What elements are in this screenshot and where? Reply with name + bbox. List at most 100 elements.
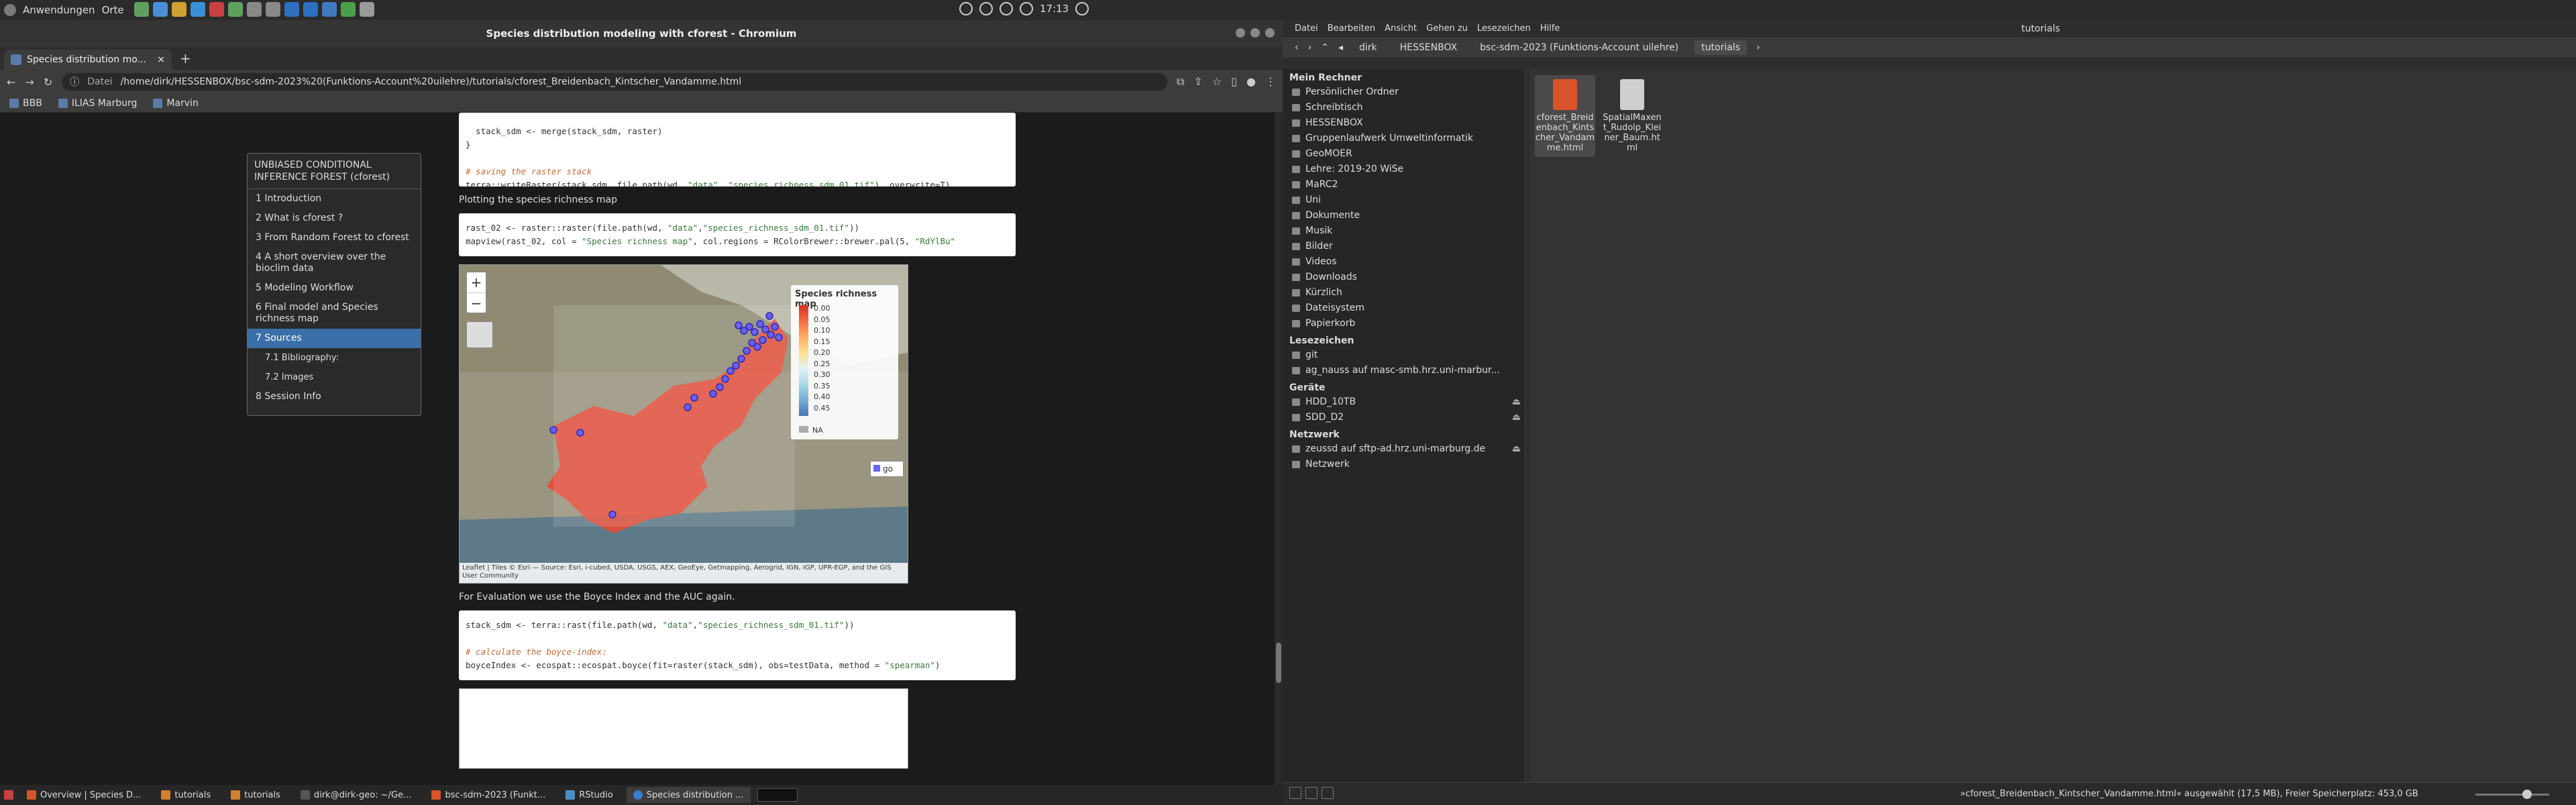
menu-gehen-zu[interactable]: Gehen zu — [1426, 20, 1468, 38]
task-item[interactable]: dirk@dirk-geo: ~/Ge... — [294, 787, 419, 803]
translate-icon[interactable]: ⧉ — [1177, 75, 1184, 89]
sidebar-item[interactable]: Kürzlich — [1283, 285, 1525, 301]
hide-sidebar-icon[interactable] — [1322, 787, 1334, 799]
quicklaunch-app-icon[interactable] — [228, 2, 243, 17]
sidebar-item[interactable]: HDD_10TB ⏏ — [1283, 394, 1525, 410]
sidepanel-icon[interactable]: ▯ — [1231, 75, 1237, 89]
breadcrumb-tutorials[interactable]: tutorials — [1695, 40, 1747, 55]
sidebar-item[interactable]: Schreibtisch — [1283, 100, 1525, 115]
workspace-switcher[interactable] — [757, 788, 798, 802]
task-item[interactable]: tutorials — [224, 787, 287, 803]
sidebar-item[interactable]: Lehre: 2019-20 WiSe — [1283, 162, 1525, 177]
volume-icon[interactable] — [1000, 2, 1013, 15]
toc-item[interactable]: 3 From Random Forest to cforest — [248, 228, 421, 248]
breadcrumb-dirk[interactable]: dirk — [1352, 40, 1384, 55]
task-item[interactable]: Overview | Species D... — [20, 787, 148, 803]
task-item[interactable]: tutorials — [154, 787, 217, 803]
zoom-slider[interactable] — [2475, 790, 2549, 799]
back-icon[interactable]: ← — [7, 76, 15, 89]
site-info-icon[interactable]: ⓘ — [70, 75, 79, 89]
new-tab-icon[interactable]: + — [180, 50, 191, 66]
places-menu-label[interactable]: Orte — [102, 4, 124, 16]
sidebar-item[interactable]: Dokumente — [1283, 208, 1525, 223]
go-layer-toggle[interactable]: go — [870, 461, 904, 477]
back-icon[interactable]: ‹ — [1295, 42, 1299, 53]
sidebar-item[interactable]: MaRC2 — [1283, 177, 1525, 193]
quicklaunch-app-icon[interactable] — [341, 2, 356, 17]
forward-icon[interactable]: › — [1308, 42, 1312, 53]
section-mein-rechner[interactable]: Mein Rechner — [1283, 68, 1525, 85]
task-item[interactable]: RStudio — [559, 787, 619, 803]
sidebar-item[interactable]: Persönlicher Ordner — [1283, 85, 1525, 100]
task-item[interactable]: bsc-sdm-2023 (Funkt... — [425, 787, 552, 803]
sidebar-item[interactable]: git — [1283, 347, 1525, 363]
show-desktop-icon[interactable] — [4, 790, 13, 800]
breadcrumb-hessenbox[interactable]: HESSENBOX — [1393, 40, 1464, 55]
battery-icon[interactable] — [1020, 2, 1033, 15]
sidebar-item[interactable]: ag_nauss auf masc-smb.hrz.uni-marbur... — [1283, 363, 1525, 378]
quicklaunch-app-icon[interactable] — [153, 2, 168, 17]
layers-icon[interactable] — [466, 321, 493, 348]
quicklaunch-app-icon[interactable] — [172, 2, 186, 17]
sidebar-item[interactable]: Bilder — [1283, 239, 1525, 254]
network-icon[interactable] — [959, 2, 973, 15]
share-icon[interactable]: ⇪ — [1193, 75, 1202, 89]
menu-ansicht[interactable]: Ansicht — [1385, 20, 1417, 38]
eject-icon[interactable]: ⏏ — [1512, 441, 1521, 457]
bookmark-marvin[interactable]: Marvin — [153, 98, 199, 109]
maximize-icon[interactable] — [1250, 28, 1260, 38]
apps-menu-label[interactable]: Anwendungen — [23, 4, 95, 16]
sidebar-item[interactable]: Dateisystem — [1283, 301, 1525, 316]
toggle-path-icon[interactable]: ◂ — [1338, 42, 1343, 53]
file-item[interactable]: SpatialMaxent_Rudolp_Kleiner_Baum.html — [1602, 75, 1662, 153]
menu-icon[interactable]: ⋮ — [1265, 75, 1276, 89]
page-scrollbar[interactable] — [1275, 113, 1283, 785]
toc-item[interactable]: 1 Introduction — [248, 189, 421, 209]
show-tree-icon[interactable] — [1305, 787, 1318, 799]
file-item-selected[interactable]: cforest_Breidenbach_Kintscher_Vandamme.h… — [1535, 75, 1595, 157]
sidebar-item[interactable]: Downloads — [1283, 270, 1525, 285]
map-attribution[interactable]: Leaflet | Tiles © Esri — Source: Esri, i… — [460, 563, 908, 583]
leaflet-map[interactable]: + − Species richness map 0.00 0.05 0.10 … — [459, 264, 908, 584]
quicklaunch-app-icon[interactable] — [247, 2, 262, 17]
bookmark-star-icon[interactable]: ☆ — [1212, 75, 1222, 89]
sidebar-item[interactable]: zeussd auf sftp-ad.hrz.uni-marburg.de ⏏ — [1283, 441, 1525, 457]
menu-hilfe[interactable]: Hilfe — [1540, 20, 1560, 38]
bookmark-bbb[interactable]: BBB — [9, 98, 42, 109]
toc-heading[interactable]: UNBIASED CONDITIONAL INFERENCE FOREST (c… — [248, 154, 421, 189]
sidebar-item[interactable]: Musik — [1283, 223, 1525, 239]
scrollbar-thumb[interactable] — [1276, 643, 1281, 683]
power-icon[interactable] — [1075, 2, 1089, 15]
quicklaunch-app-icon[interactable] — [209, 2, 224, 17]
sidebar-item[interactable]: SDD_D2 ⏏ — [1283, 410, 1525, 425]
quicklaunch-app-icon[interactable] — [322, 2, 337, 17]
bookmark-ilias[interactable]: ILIAS Marburg — [58, 98, 137, 109]
toc-item[interactable]: 5 Modeling Workflow — [248, 278, 421, 298]
show-places-icon[interactable] — [1289, 787, 1301, 799]
toc-item-active[interactable]: 7 Sources — [248, 329, 421, 348]
bluetooth-icon[interactable] — [979, 2, 993, 15]
zoom-slider-handle[interactable] — [2522, 790, 2532, 799]
quicklaunch-app-icon[interactable] — [191, 2, 205, 17]
sidebar-item[interactable]: Gruppenlaufwerk Umweltinformatik — [1283, 131, 1525, 146]
quicklaunch-app-icon[interactable] — [284, 2, 299, 17]
menu-lesezeichen[interactable]: Lesezeichen — [1477, 20, 1531, 38]
sidebar-item[interactable]: Videos — [1283, 254, 1525, 270]
zoom-in-button[interactable]: + — [467, 272, 486, 292]
toc-item[interactable]: 2 What is cforest ? — [248, 209, 421, 228]
menu-bearbeiten[interactable]: Bearbeiten — [1328, 20, 1375, 38]
profile-icon[interactable]: ● — [1246, 75, 1256, 89]
toc-subitem[interactable]: 7.1 Bibliography: — [248, 348, 421, 368]
toc-subitem[interactable]: 7.2 Images — [248, 368, 421, 387]
apps-menu-icon[interactable] — [4, 4, 16, 16]
section-geraete[interactable]: Geräte — [1283, 378, 1525, 394]
quicklaunch-app-icon[interactable] — [360, 2, 374, 17]
sidebar-item[interactable]: HESSENBOX — [1283, 115, 1525, 131]
toc-item[interactable]: 6 Final model and Species richness map — [248, 298, 421, 329]
url-text[interactable]: /home/dirk/HESSENBOX/bsc-sdm-2023%20(Fun… — [121, 76, 742, 87]
up-icon[interactable]: ⌃ — [1321, 42, 1329, 53]
forward-icon[interactable]: → — [25, 76, 34, 89]
breadcrumb-bsc-sdm[interactable]: bsc-sdm-2023 (Funktions-Account uilehre) — [1473, 40, 1685, 55]
tab-close-icon[interactable]: × — [157, 54, 165, 65]
task-item-active[interactable]: Species distribution ... — [626, 787, 751, 803]
